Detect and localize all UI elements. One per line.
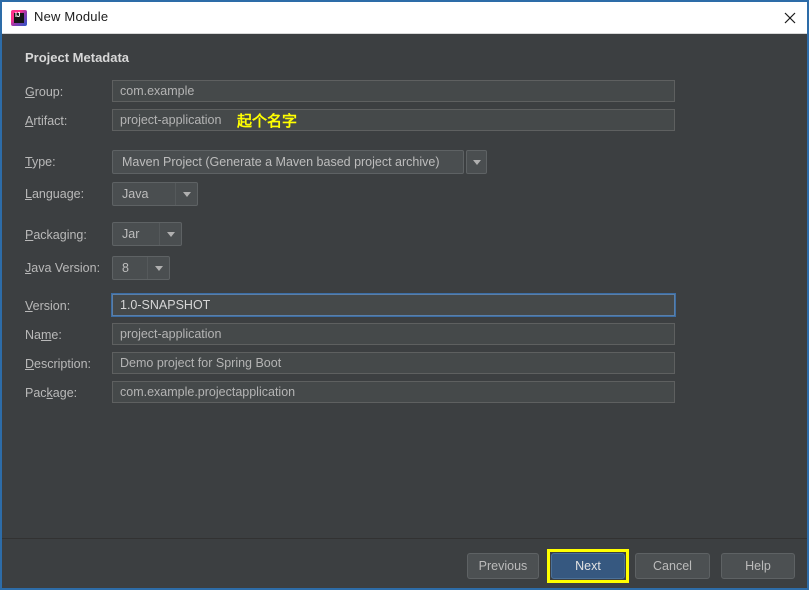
type-combo-value: Maven Project (Generate a Maven based pr… xyxy=(122,155,440,169)
cancel-button[interactable]: Cancel xyxy=(635,553,710,579)
section-title: Project Metadata xyxy=(25,50,130,65)
chevron-down-icon xyxy=(182,191,191,197)
label-version: Version: xyxy=(25,299,70,313)
label-description-rest: escription: xyxy=(34,357,92,371)
package-input[interactable]: com.example.projectapplication xyxy=(112,381,675,403)
label-name-mnemonic: m xyxy=(40,328,52,342)
new-module-dialog: New Module Project Metadata Group: com.e… xyxy=(0,0,809,590)
packaging-combo-value: Jar xyxy=(122,227,140,241)
packaging-combo-arrow[interactable] xyxy=(159,223,181,245)
label-description-mnemonic: D xyxy=(25,357,35,371)
label-name-rest: e: xyxy=(51,328,62,342)
packaging-combo[interactable]: Jar xyxy=(112,222,182,246)
title-bar: New Module xyxy=(2,2,807,34)
label-packaging: Packaging: xyxy=(25,228,87,242)
chevron-down-icon xyxy=(472,159,481,165)
annotation-artifact: 起个名字 xyxy=(237,112,298,130)
language-combo-value: Java xyxy=(122,187,149,201)
help-button[interactable]: Help xyxy=(721,553,795,579)
label-packaging-rest: ackaging: xyxy=(33,228,87,242)
label-language: Language: xyxy=(25,187,84,201)
intellij-idea-icon xyxy=(11,10,27,26)
name-input[interactable]: project-application xyxy=(112,323,675,345)
label-package-pre: Pac xyxy=(25,386,47,400)
description-input[interactable]: Demo project for Spring Boot xyxy=(112,352,675,374)
label-package-rest: age: xyxy=(52,386,78,400)
java-version-combo-value: 8 xyxy=(122,261,129,275)
label-type-rest: ype: xyxy=(31,155,56,169)
label-language-rest: anguage: xyxy=(31,187,85,201)
label-type: Type: xyxy=(25,155,56,169)
close-button[interactable] xyxy=(769,2,807,33)
java-version-combo-arrow[interactable] xyxy=(147,257,169,279)
label-artifact-rest: rtifact: xyxy=(33,114,68,128)
close-icon xyxy=(784,12,796,24)
label-group: Group: xyxy=(25,85,63,99)
label-description: Description: xyxy=(25,357,91,371)
next-button[interactable]: Next xyxy=(551,553,625,579)
chevron-down-icon xyxy=(166,231,175,237)
label-name: Name: xyxy=(25,328,62,342)
label-version-rest: ersion: xyxy=(32,299,71,313)
dialog-body: Project Metadata Group: com.example Arti… xyxy=(2,34,807,588)
label-java-version: Java Version: xyxy=(25,261,100,275)
label-group-mnemonic: G xyxy=(25,85,35,99)
type-combo[interactable]: Maven Project (Generate a Maven based pr… xyxy=(112,150,487,174)
language-combo[interactable]: Java xyxy=(112,182,198,206)
group-input[interactable]: com.example xyxy=(112,80,675,102)
java-version-combo[interactable]: 8 xyxy=(112,256,170,280)
chevron-down-icon xyxy=(154,265,163,271)
artifact-input[interactable]: project-application xyxy=(112,109,675,131)
type-combo-arrow-button[interactable] xyxy=(466,150,487,174)
label-type-mnemonic: T xyxy=(25,155,32,169)
label-artifact: Artifact: xyxy=(25,114,67,128)
language-combo-arrow[interactable] xyxy=(175,183,197,205)
label-java-version-rest: ava Version: xyxy=(31,261,101,275)
previous-button[interactable]: Previous xyxy=(467,553,539,579)
label-package: Package: xyxy=(25,386,77,400)
label-version-mnemonic: V xyxy=(25,299,33,313)
label-language-mnemonic: L xyxy=(25,187,32,201)
label-group-rest: roup: xyxy=(34,85,64,99)
window-title: New Module xyxy=(34,9,109,24)
version-input[interactable]: 1.0-SNAPSHOT xyxy=(112,294,675,316)
type-combo-value-box: Maven Project (Generate a Maven based pr… xyxy=(112,150,464,174)
footer-divider xyxy=(2,538,807,539)
label-name-pre: Na xyxy=(25,328,41,342)
